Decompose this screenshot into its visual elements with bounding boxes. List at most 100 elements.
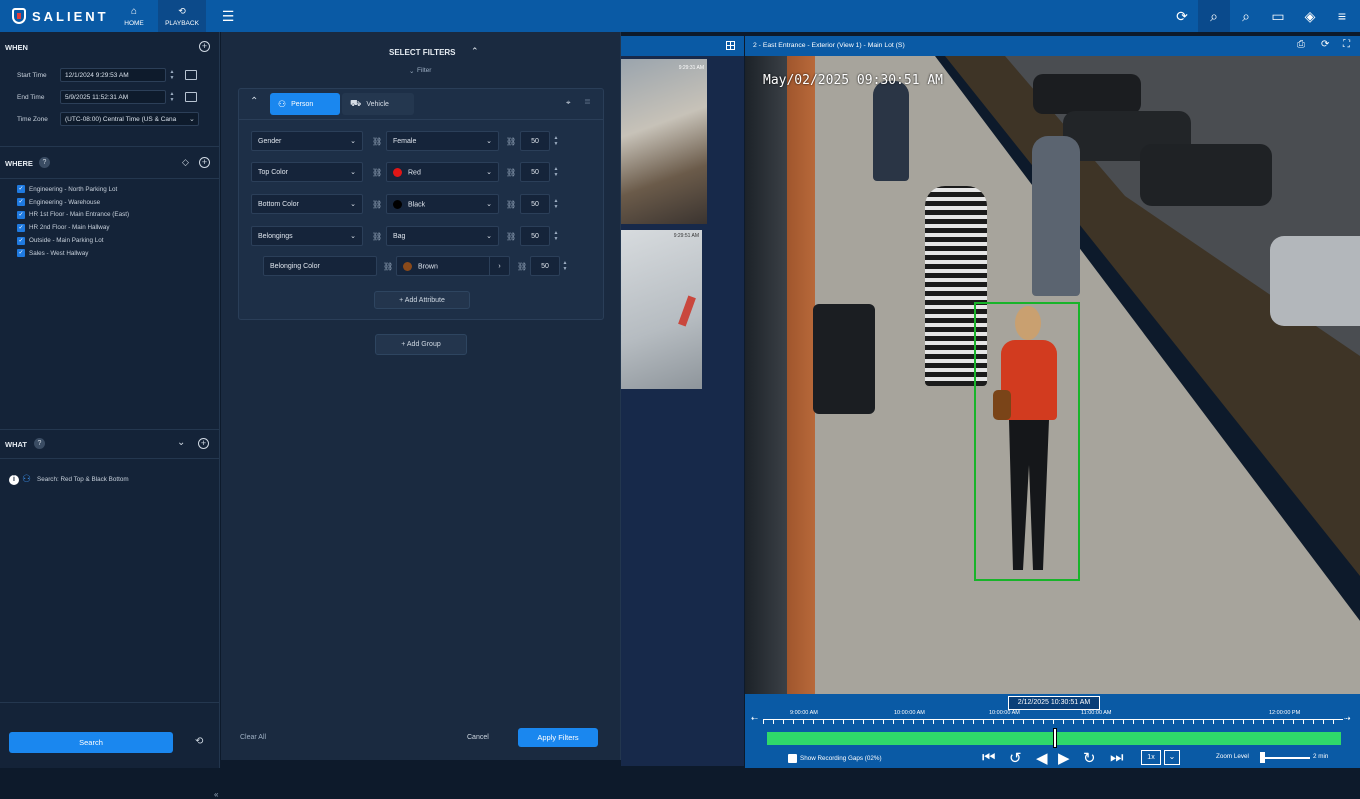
- fullscreen-icon[interactable]: ⛶: [1343, 39, 1350, 50]
- pin-icon[interactable]: ⌖: [566, 98, 571, 108]
- play-reverse-icon[interactable]: ◀: [1036, 749, 1048, 767]
- link-icon[interactable]: ⛓: [372, 232, 382, 241]
- layers-icon[interactable]: ◈: [1294, 0, 1326, 32]
- zoom-slider-handle[interactable]: [1260, 752, 1265, 763]
- scroll-left-arrow[interactable]: ⇠: [751, 714, 758, 723]
- refresh-icon[interactable]: ⟳: [1321, 39, 1329, 50]
- forward-icon[interactable]: ↻: [1083, 749, 1096, 767]
- camera-thumbnail[interactable]: 9:29:51 AM: [621, 230, 702, 389]
- home-button[interactable]: ⌂ HOME: [110, 0, 158, 32]
- threshold-spinner[interactable]: ▲ ▼: [560, 259, 570, 273]
- info-icon[interactable]: i: [9, 475, 19, 485]
- search-button[interactable]: Search: [9, 732, 173, 753]
- add-when-icon[interactable]: +: [199, 41, 210, 52]
- link-icon[interactable]: ⛓: [506, 200, 516, 209]
- chevron-right-icon[interactable]: ›: [489, 257, 509, 275]
- attribute-select[interactable]: Belongings ⌄: [251, 226, 363, 246]
- threshold-spinner[interactable]: ▲ ▼: [551, 197, 561, 211]
- value-select[interactable]: Black ⌄: [386, 194, 499, 214]
- smart-search-icon[interactable]: ⌕: [1198, 0, 1230, 32]
- snapshot-icon[interactable]: ⎙: [1297, 39, 1305, 50]
- tab-vehicle[interactable]: ⛟ Vehicle: [342, 93, 414, 115]
- attribute-select[interactable]: Gender ⌄: [251, 131, 363, 151]
- start-time-field[interactable]: 12/1/2024 9:29:53 AM: [60, 68, 166, 82]
- grid-layout-icon[interactable]: [726, 41, 735, 50]
- threshold-spinner[interactable]: ▲ ▼: [551, 134, 561, 148]
- camera-item[interactable]: ✓ Engineering - Warehouse: [17, 196, 129, 209]
- sync-icon[interactable]: ⟳: [1166, 0, 1198, 32]
- tab-person[interactable]: ⚇ Person: [270, 93, 340, 115]
- collapse-panel-icon[interactable]: «: [214, 790, 218, 799]
- value-select[interactable]: Bag ⌄: [386, 226, 499, 246]
- zoom-slider-track[interactable]: [1260, 757, 1310, 759]
- link-icon[interactable]: ⛓: [372, 168, 382, 177]
- link-icon[interactable]: ⛓: [383, 262, 393, 271]
- add-group-button[interactable]: + Add Group: [375, 334, 467, 355]
- collapse-up-icon[interactable]: ⌃: [471, 46, 479, 57]
- camera-item[interactable]: ✓ Engineering - North Parking Lot: [17, 183, 129, 196]
- scroll-right-arrow[interactable]: ⇢: [1344, 714, 1351, 723]
- attribute-select[interactable]: Top Color ⌄: [251, 162, 363, 182]
- threshold-field[interactable]: 50: [520, 131, 550, 151]
- threshold-field[interactable]: 50: [520, 226, 550, 246]
- link-icon[interactable]: ⛓: [506, 137, 516, 146]
- threshold-field[interactable]: 50: [520, 194, 550, 214]
- add-where-icon[interactable]: +: [199, 157, 210, 168]
- calendar-icon[interactable]: [185, 70, 197, 80]
- skip-back-icon[interactable]: ⏮: [982, 749, 996, 766]
- link-icon[interactable]: ⛓: [372, 200, 382, 209]
- diamond-icon[interactable]: ◇: [182, 157, 189, 168]
- playhead[interactable]: [1053, 728, 1057, 748]
- speed-select[interactable]: 1x: [1141, 750, 1161, 765]
- threshold-spinner[interactable]: ▲ ▼: [551, 165, 561, 179]
- where-help-icon[interactable]: ?: [39, 157, 50, 168]
- what-help-icon[interactable]: ?: [34, 438, 45, 449]
- calendar-icon[interactable]: [185, 92, 197, 102]
- show-gaps-checkbox[interactable]: [788, 754, 797, 763]
- checkbox-checked-icon[interactable]: ✓: [17, 198, 25, 207]
- collapse-group-icon[interactable]: ⌃: [250, 96, 258, 107]
- camera-thumbnail[interactable]: 9:29:31 AM: [621, 59, 707, 224]
- panel-list-icon[interactable]: ☰: [212, 0, 244, 32]
- sub-attribute-select[interactable]: Belonging Color: [263, 256, 377, 276]
- link-icon[interactable]: ⛓: [517, 262, 527, 271]
- apply-filters-button[interactable]: Apply Filters: [518, 728, 598, 747]
- speed-dropdown-icon[interactable]: ⌄: [1164, 750, 1180, 765]
- cancel-button[interactable]: Cancel: [467, 734, 489, 741]
- link-icon[interactable]: ⛓: [372, 137, 382, 146]
- checkbox-checked-icon[interactable]: ✓: [17, 185, 25, 194]
- delete-group-icon[interactable]: ≣: [584, 97, 591, 106]
- camera-item[interactable]: ✓ Outside - Main Parking Lot: [17, 234, 129, 247]
- threshold-field[interactable]: 50: [530, 256, 560, 276]
- value-select[interactable]: Female ⌄: [386, 131, 499, 151]
- threshold-field[interactable]: 50: [520, 162, 550, 182]
- link-icon[interactable]: ⛓: [506, 168, 516, 177]
- add-attribute-button[interactable]: + Add Attribute: [374, 291, 470, 309]
- layout-icon[interactable]: ▭: [1262, 0, 1294, 32]
- search-icon[interactable]: ⌕: [1230, 0, 1262, 32]
- checkbox-checked-icon[interactable]: ✓: [17, 223, 25, 232]
- end-time-spinner[interactable]: ▲ ▼: [167, 90, 177, 104]
- add-what-icon[interactable]: +: [198, 438, 209, 449]
- video-feed[interactable]: May/02/2025 09:30:51 AM: [745, 56, 1360, 694]
- link-icon[interactable]: ⛓: [506, 232, 516, 241]
- play-icon[interactable]: ▶: [1058, 749, 1070, 767]
- threshold-spinner[interactable]: ▲ ▼: [551, 229, 561, 243]
- checkbox-checked-icon[interactable]: ✓: [17, 236, 25, 245]
- chevron-down-icon[interactable]: ⌄: [177, 437, 185, 448]
- attribute-select[interactable]: Bottom Color ⌄: [251, 194, 363, 214]
- playback-button[interactable]: ⟲ PLAYBACK: [158, 0, 206, 32]
- checkbox-checked-icon[interactable]: ✓: [17, 210, 25, 219]
- camera-item[interactable]: ✓ HR 2nd Floor - Main Hallway: [17, 221, 129, 234]
- sub-value-select[interactable]: Brown ›: [396, 256, 510, 276]
- value-select[interactable]: Red ⌄: [386, 162, 499, 182]
- camera-item[interactable]: ✓ HR 1st Floor - Main Entrance (East): [17, 209, 129, 222]
- menu-icon[interactable]: ≡: [1326, 0, 1358, 32]
- camera-item[interactable]: ✓ Sales - West Hallway: [17, 247, 129, 260]
- detection-bounding-box[interactable]: [974, 302, 1080, 581]
- checkbox-checked-icon[interactable]: ✓: [17, 249, 25, 258]
- reset-icon[interactable]: ⟲: [195, 736, 203, 747]
- time-zone-select[interactable]: (UTC-08:00) Central Time (US & Cana: [60, 112, 199, 126]
- end-time-field[interactable]: 5/9/2025 11:52:31 AM: [60, 90, 166, 104]
- clear-all-button[interactable]: Clear All: [240, 734, 266, 741]
